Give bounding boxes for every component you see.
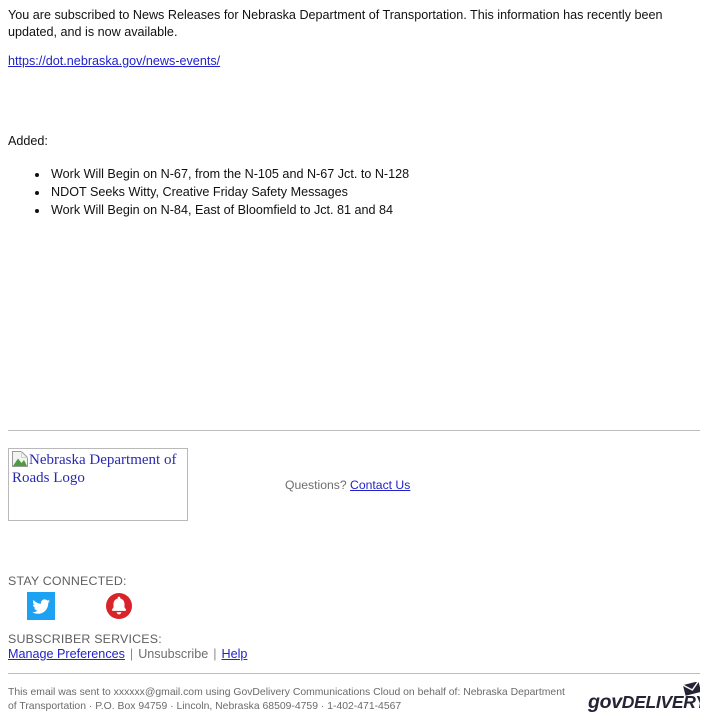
- link-separator: |: [129, 647, 134, 661]
- questions-contact-block: Questions? Contact Us: [285, 478, 410, 492]
- added-items-list: Work Will Begin on N-67, from the N-105 …: [8, 165, 409, 220]
- help-link[interactable]: Help: [221, 647, 247, 661]
- stay-connected-label: STAY CONNECTED:: [8, 574, 127, 588]
- svg-text:govDELIVERY: govDELIVERY: [588, 691, 700, 713]
- govdelivery-logo: govDELIVERY: [587, 680, 708, 716]
- list-item: Work Will Begin on N-84, East of Bloomfi…: [49, 201, 409, 219]
- unsubscribe-label[interactable]: Unsubscribe: [138, 647, 208, 661]
- footer-bottom-divider: [8, 673, 700, 674]
- subscriber-services-links: Manage Preferences | Unsubscribe | Help: [8, 647, 247, 661]
- logo-alt-text: Nebraska Department of Roads Logo: [12, 452, 177, 486]
- manage-preferences-link[interactable]: Manage Preferences: [8, 647, 125, 661]
- questions-label: Questions?: [285, 478, 347, 492]
- news-events-link-container: https://dot.nebraska.gov/news-events/: [8, 54, 220, 68]
- email-disclaimer-text: This email was sent to xxxxxx@gmail.com …: [8, 687, 565, 712]
- logo-alt-text-wrapper: Nebraska Department of Roads Logo: [12, 451, 184, 487]
- broken-image-icon: [12, 451, 28, 467]
- news-events-link[interactable]: https://dot.nebraska.gov/news-events/: [8, 54, 220, 68]
- twitter-icon[interactable]: [26, 592, 56, 620]
- bell-icon[interactable]: [104, 592, 134, 620]
- nebraska-logo-broken-image: Nebraska Department of Roads Logo: [8, 448, 188, 521]
- added-section-label: Added:: [8, 134, 48, 148]
- subscriber-services-label: SUBSCRIBER SERVICES:: [8, 632, 162, 646]
- list-item: NDOT Seeks Witty, Creative Friday Safety…: [49, 183, 409, 201]
- footer-top-divider: [8, 430, 700, 431]
- social-links-row: [26, 592, 134, 620]
- link-separator: |: [213, 647, 217, 661]
- list-item: Work Will Begin on N-67, from the N-105 …: [49, 165, 409, 183]
- subscription-intro-text: You are subscribed to News Releases for …: [8, 8, 663, 39]
- contact-us-link[interactable]: Contact Us: [350, 478, 410, 492]
